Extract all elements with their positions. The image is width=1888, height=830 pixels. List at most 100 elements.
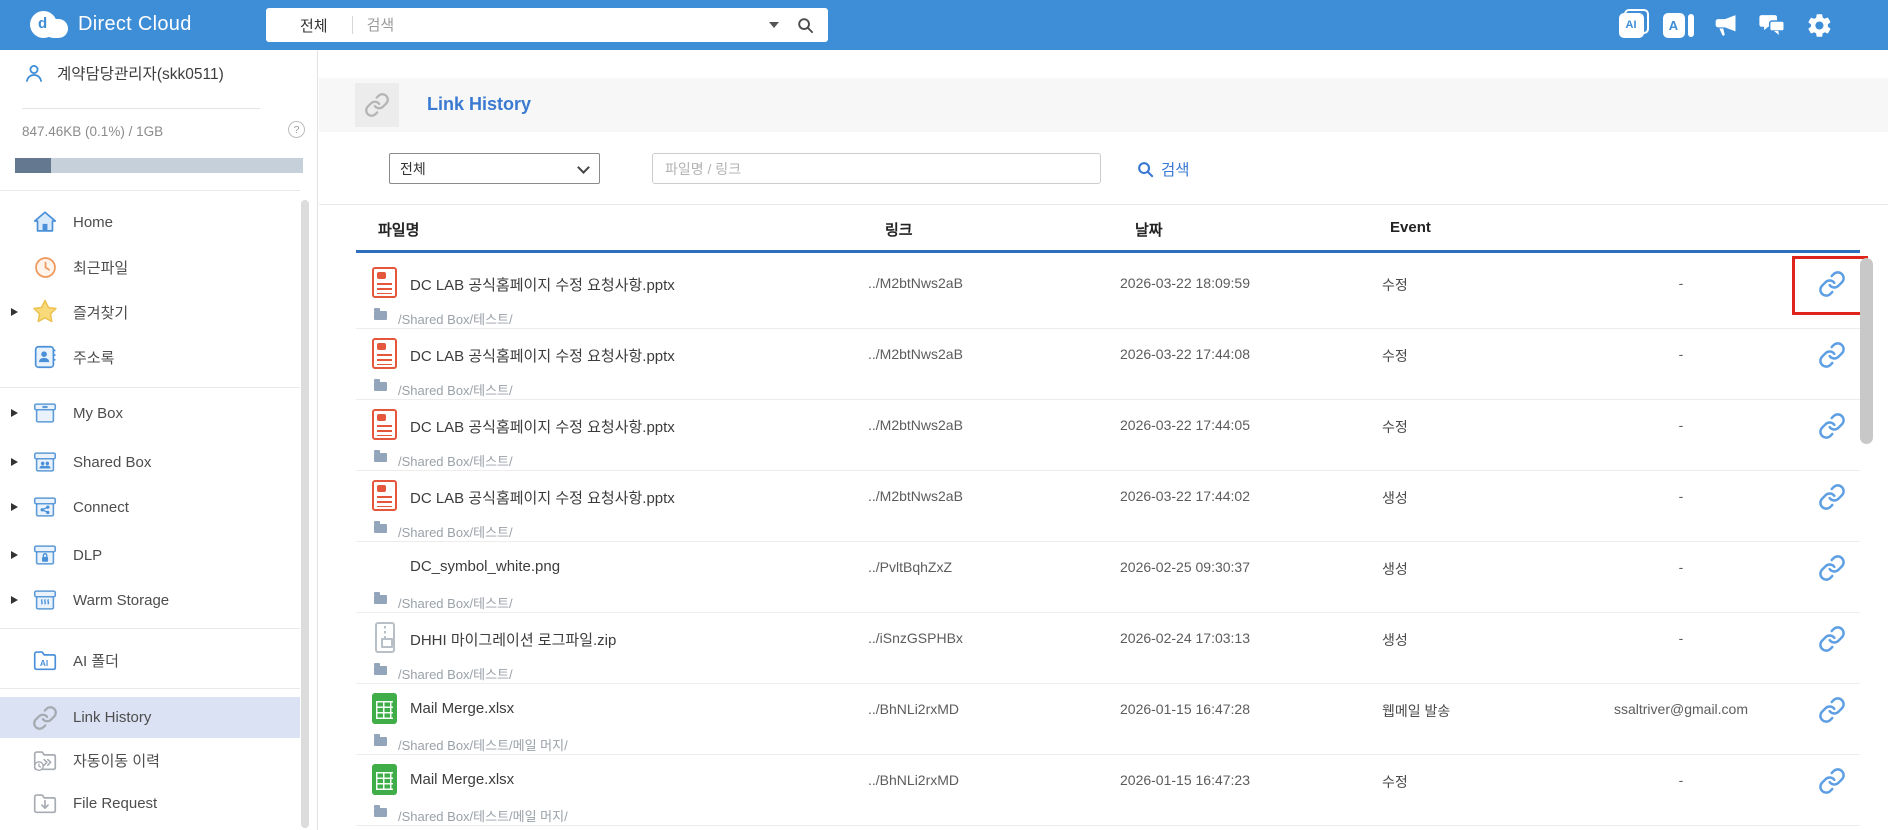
link-history-row[interactable]: Mail Merge.xlsx ../BhNLi2rxMD 2026-01-15… xyxy=(356,684,1860,755)
sidebar-item-address-book[interactable]: 주소록 xyxy=(0,337,300,377)
address-book-icon xyxy=(30,342,60,372)
expand-arrow-icon[interactable] xyxy=(11,409,18,417)
sidebar-item-label: 최근파일 xyxy=(73,259,129,277)
link-url: ../M2btNws2aB xyxy=(868,488,963,504)
sidebar-item-label: File Request xyxy=(73,794,158,812)
event: 생성 xyxy=(1382,490,1408,506)
sidebar-item-home[interactable]: Home xyxy=(0,202,300,242)
sidebar-item-my-box[interactable]: My Box xyxy=(0,393,300,433)
divider xyxy=(0,190,300,191)
divider xyxy=(22,108,260,109)
column-link: 링크 xyxy=(885,222,913,239)
directcloud-logo[interactable]: d Direct Cloud xyxy=(30,11,192,38)
link-icon[interactable] xyxy=(1818,341,1848,371)
expand-arrow-icon[interactable] xyxy=(11,596,18,604)
sidebar-item-ai-folder[interactable]: AI AI 폴더 xyxy=(0,640,300,680)
link-history-row[interactable]: DC LAB 공식홈페이지 수정 요청사항.pptx ../M2btNws2aB… xyxy=(356,256,1868,329)
sidebar-item-favorites[interactable]: 즐겨찾기 xyxy=(0,292,300,332)
link-url: ../BhNLi2rxMD xyxy=(868,772,960,788)
file-path: /Shared Box/테스트/ xyxy=(398,525,513,540)
chat-icon[interactable] xyxy=(1757,10,1787,40)
sidebar-scrollbar[interactable] xyxy=(301,200,309,828)
file-name: DC_symbol_white.png xyxy=(410,558,561,575)
folder-icon xyxy=(374,521,387,533)
sidebar-item-label: Connect xyxy=(73,498,129,516)
link-icon[interactable] xyxy=(1818,625,1848,655)
file-path: /Shared Box/테스트/ xyxy=(398,312,513,327)
table-scrollbar[interactable] xyxy=(1860,258,1873,444)
translate-icon[interactable]: A xyxy=(1662,10,1694,40)
file-type-icon xyxy=(372,480,397,511)
folder-icon xyxy=(374,450,387,462)
expand-arrow-icon[interactable] xyxy=(11,503,18,511)
link-icon[interactable] xyxy=(1792,256,1868,315)
link-history-row[interactable]: Mail Merge.xlsx ../BhNLi2rxMD 2026-01-15… xyxy=(356,755,1860,826)
file-name: Mail Merge.xlsx xyxy=(410,700,515,717)
warm-storage-icon xyxy=(30,585,60,615)
link-type-select[interactable]: 전체 xyxy=(389,153,600,184)
date: 2026-03-22 17:44:05 xyxy=(1120,417,1250,433)
dlp-lock-box-icon xyxy=(30,540,60,570)
sidebar-item-connect[interactable]: Connect xyxy=(0,487,300,527)
global-search-bar: 전체 xyxy=(266,8,828,42)
file-path: /Shared Box/테스트/메일 머지/ xyxy=(398,738,568,753)
help-icon[interactable]: ? xyxy=(288,121,305,138)
expand-arrow-icon[interactable] xyxy=(11,458,18,466)
email: ssaltriver@gmail.com xyxy=(1613,701,1748,717)
link-type-select-wrap: 전체 xyxy=(389,153,600,184)
event: 생성 xyxy=(1382,561,1408,577)
global-search-input[interactable] xyxy=(352,16,769,34)
chevron-down-icon[interactable] xyxy=(769,22,779,28)
file-name: DC LAB 공식홈페이지 수정 요청사항.pptx xyxy=(410,277,675,294)
link-history-row[interactable]: DHHI 마이그레이션 로그파일.zip ../iSnzGSPHBx 2026-… xyxy=(356,613,1860,684)
email: - xyxy=(1678,559,1684,575)
date: 2026-03-22 17:44:02 xyxy=(1120,488,1250,504)
sidebar-item-file-request[interactable]: File Request xyxy=(0,783,300,823)
search-icon xyxy=(1138,161,1154,177)
filename-link-search-input[interactable] xyxy=(652,153,1101,184)
filter-bar: 전체 검색 xyxy=(319,132,1888,205)
link-history-row[interactable]: DC LAB 공식홈페이지 수정 요청사항.pptx ../M2btNws2aB… xyxy=(356,471,1860,542)
file-name: DC LAB 공식홈페이지 수정 요청사항.pptx xyxy=(410,348,675,365)
event: 수정 xyxy=(1382,419,1408,435)
sidebar-item-recent-files[interactable]: 최근파일 xyxy=(0,247,300,287)
settings-gear-icon[interactable] xyxy=(1804,10,1834,40)
link-url: ../iSnzGSPHBx xyxy=(868,630,963,646)
ai-documents-icon[interactable]: AI xyxy=(1616,8,1649,40)
file-type-icon xyxy=(372,267,397,298)
link-history-row[interactable]: DC LAB 공식홈페이지 수정 요청사항.pptx ../M2btNws2aB… xyxy=(356,400,1860,471)
sidebar-item-auto-move-history[interactable]: 자동이동 이력 xyxy=(0,740,300,780)
sidebar-item-label: 자동이동 이력 xyxy=(73,752,160,770)
divider xyxy=(0,688,300,689)
megaphone-icon[interactable] xyxy=(1710,10,1740,40)
search-button[interactable]: 검색 xyxy=(1137,158,1190,180)
sidebar-item-link-history[interactable]: Link History xyxy=(0,697,300,738)
email: - xyxy=(1678,630,1684,646)
page-title-band: Link History xyxy=(319,78,1888,132)
link-history-row[interactable]: DC LAB 공식홈페이지 수정 요청사항.pptx ../M2btNws2aB… xyxy=(356,329,1860,400)
link-icon[interactable] xyxy=(1818,412,1848,442)
link-icon[interactable] xyxy=(1818,483,1848,513)
link-history-row[interactable]: DC_symbol_white.png ../PvltBqhZxZ 2026-0… xyxy=(356,542,1860,613)
file-path: /Shared Box/테스트/ xyxy=(398,383,513,398)
home-icon xyxy=(30,207,60,237)
logo-text: Direct Cloud xyxy=(78,13,192,35)
divider xyxy=(0,628,300,629)
link-icon[interactable] xyxy=(1818,767,1848,797)
sidebar-item-label: AI 폴더 xyxy=(73,652,119,670)
sidebar-item-shared-box[interactable]: Shared Box xyxy=(0,442,300,482)
expand-arrow-icon[interactable] xyxy=(11,551,18,559)
link-icon[interactable] xyxy=(1818,696,1848,726)
link-icon[interactable] xyxy=(1818,554,1848,584)
expand-arrow-icon[interactable] xyxy=(11,308,18,316)
ai-folder-icon: AI xyxy=(30,645,60,675)
search-scope-select[interactable]: 전체 xyxy=(266,15,352,36)
user-profile[interactable]: 계약담당관리자(skk0511) xyxy=(22,61,224,85)
search-icon[interactable] xyxy=(797,17,814,34)
folder-icon xyxy=(374,734,387,746)
sidebar-item-warm-storage[interactable]: Warm Storage xyxy=(0,580,300,620)
sidebar-item-label: My Box xyxy=(73,404,124,422)
link-url: ../M2btNws2aB xyxy=(868,346,963,362)
link-history-page-icon xyxy=(355,83,399,127)
sidebar-item-dlp[interactable]: DLP xyxy=(0,535,300,575)
